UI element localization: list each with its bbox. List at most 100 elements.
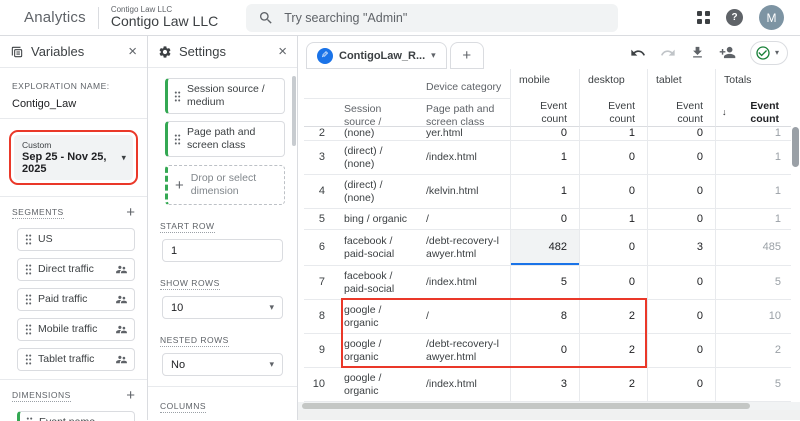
drag-handle-icon[interactable] [24, 233, 33, 246]
cell-mobile-event-count[interactable]: 0 [510, 127, 579, 141]
search-bar[interactable] [246, 4, 618, 32]
cell-page-path[interactable]: /index.html [420, 368, 510, 402]
status-check-dropdown[interactable]: ▾ [750, 41, 788, 65]
cell-session-source[interactable]: facebook / paid-social [338, 230, 420, 266]
cell-tablet-event-count[interactable]: 0 [647, 368, 715, 402]
cell-total-event-count[interactable]: 2 [715, 334, 791, 368]
column-group-tablet[interactable]: tablet [647, 69, 715, 99]
download-icon[interactable] [690, 45, 705, 60]
cell-total-event-count[interactable]: 1 [715, 209, 791, 230]
cell-page-path[interactable]: /debt-recovery-lawyer.html [420, 334, 510, 368]
metric-header-totals-sorted[interactable]: ↓ Event count [715, 99, 791, 127]
cell-session-source[interactable]: (direct) / (none) [338, 175, 420, 209]
cell-page-path[interactable]: /kelvin.html [420, 175, 510, 209]
add-dimension-button[interactable]: + [126, 388, 135, 403]
cell-total-event-count[interactable]: 1 [715, 175, 791, 209]
settings-close-icon[interactable]: × [278, 44, 287, 59]
undo-icon[interactable] [630, 45, 646, 61]
cell-mobile-event-count[interactable]: 1 [510, 141, 579, 175]
drag-handle-icon[interactable] [25, 416, 34, 421]
cell-tablet-event-count[interactable]: 0 [647, 127, 715, 141]
nested-rows-select[interactable]: No ▾ [162, 353, 283, 376]
redo-icon[interactable] [660, 45, 676, 61]
cell-total-event-count[interactable]: 5 [715, 368, 791, 402]
horizontal-scrollbar-thumb[interactable] [302, 403, 750, 409]
share-person-add-icon[interactable] [719, 44, 736, 61]
cell-page-path[interactable]: / [420, 300, 510, 334]
cell-desktop-event-count[interactable]: 1 [579, 209, 647, 230]
cell-session-source[interactable]: google / organic [338, 300, 420, 334]
cell-session-source[interactable]: google / organic [338, 334, 420, 368]
cell-mobile-event-count[interactable]: 5 [510, 266, 579, 300]
cell-session-source[interactable]: (none) [338, 127, 420, 141]
cell-tablet-event-count[interactable]: 3 [647, 230, 715, 266]
search-input[interactable] [284, 11, 606, 25]
cell-page-path[interactable]: /debt-recovery-lawyer.html [420, 230, 510, 266]
segment-chip[interactable]: Direct traffic [17, 258, 135, 281]
cell-mobile-event-count[interactable]: 0 [510, 209, 579, 230]
cell-mobile-event-count[interactable]: 1 [510, 175, 579, 209]
avatar[interactable]: M [759, 5, 784, 30]
cell-mobile-event-count[interactable]: 8 [510, 300, 579, 334]
cell-session-source[interactable]: (direct) / (none) [338, 141, 420, 175]
cell-session-source[interactable]: facebook / paid-social [338, 266, 420, 300]
drag-handle-icon[interactable] [173, 133, 182, 146]
cell-mobile-event-count[interactable]: 482 [510, 230, 579, 266]
cell-desktop-event-count[interactable]: 0 [579, 175, 647, 209]
drag-handle-icon[interactable] [173, 90, 182, 103]
cell-desktop-event-count[interactable]: 2 [579, 334, 647, 368]
cell-desktop-event-count[interactable]: 2 [579, 368, 647, 402]
drag-handle-icon[interactable] [24, 293, 33, 306]
metric-header-tablet[interactable]: Event count [647, 99, 715, 127]
cell-tablet-event-count[interactable]: 0 [647, 334, 715, 368]
metric-header-desktop[interactable]: Event count [579, 99, 647, 127]
cell-page-path[interactable]: /index.html [420, 266, 510, 300]
cell-page-path[interactable]: yer.html [420, 127, 510, 141]
help-icon[interactable]: ? [726, 9, 743, 26]
vertical-scrollbar-thumb[interactable] [792, 127, 799, 167]
drag-handle-icon[interactable] [24, 263, 33, 276]
cell-desktop-event-count[interactable]: 0 [579, 230, 647, 266]
cell-tablet-event-count[interactable]: 0 [647, 209, 715, 230]
drag-handle-icon[interactable] [24, 323, 33, 336]
cell-desktop-event-count[interactable]: 1 [579, 127, 647, 141]
dimension-chip[interactable]: Page path and screen class [165, 121, 285, 157]
apps-grid-icon[interactable] [697, 11, 710, 24]
cell-total-event-count[interactable]: 1 [715, 141, 791, 175]
cell-desktop-event-count[interactable]: 0 [579, 141, 647, 175]
cell-total-event-count[interactable]: 5 [715, 266, 791, 300]
variables-close-icon[interactable]: × [128, 44, 137, 59]
date-range-selector[interactable]: Custom Sep 25 - Nov 25, 2025 ▾ [14, 135, 133, 180]
cell-page-path[interactable]: / [420, 209, 510, 230]
cell-tablet-event-count[interactable]: 0 [647, 300, 715, 334]
cell-total-event-count[interactable]: 485 [715, 230, 791, 266]
drag-handle-icon[interactable] [24, 353, 33, 366]
tab-contigolaw-report[interactable]: ✎ ContigoLaw_R... ▾ [306, 42, 447, 69]
start-row-input[interactable]: 1 [162, 239, 283, 262]
show-rows-select[interactable]: 10 ▾ [162, 296, 283, 319]
cell-tablet-event-count[interactable]: 0 [647, 141, 715, 175]
segment-chip[interactable]: Tablet traffic [17, 348, 135, 371]
segment-chip[interactable]: Mobile traffic [17, 318, 135, 341]
cell-tablet-event-count[interactable]: 0 [647, 266, 715, 300]
segment-chip[interactable]: Paid traffic [17, 288, 135, 311]
add-segment-button[interactable]: + [126, 205, 135, 220]
cell-page-path[interactable]: /index.html [420, 141, 510, 175]
cell-session-source[interactable]: google / organic [338, 368, 420, 402]
cell-mobile-event-count[interactable]: 3 [510, 368, 579, 402]
cell-desktop-event-count[interactable]: 0 [579, 266, 647, 300]
metric-header-mobile[interactable]: Event count [510, 99, 579, 127]
row-dimension-dropzone[interactable]: + Drop or select dimension [165, 165, 285, 205]
column-group-totals[interactable]: Totals [715, 69, 791, 99]
settings-scrollbar[interactable] [292, 76, 296, 146]
add-tab-button[interactable]: + [450, 42, 484, 69]
cell-tablet-event-count[interactable]: 0 [647, 175, 715, 209]
account-switcher[interactable]: Contigo Law LLC Contigo Law LLC [111, 6, 218, 29]
cell-session-source[interactable]: bing / organic [338, 209, 420, 230]
cell-desktop-event-count[interactable]: 2 [579, 300, 647, 334]
dimension-chip[interactable]: Event name [17, 411, 135, 421]
column-group-desktop[interactable]: desktop [579, 69, 647, 99]
column-group-mobile[interactable]: mobile [510, 69, 579, 99]
exploration-name-value[interactable]: Contigo_Law [12, 98, 135, 110]
segment-chip[interactable]: US [17, 228, 135, 251]
